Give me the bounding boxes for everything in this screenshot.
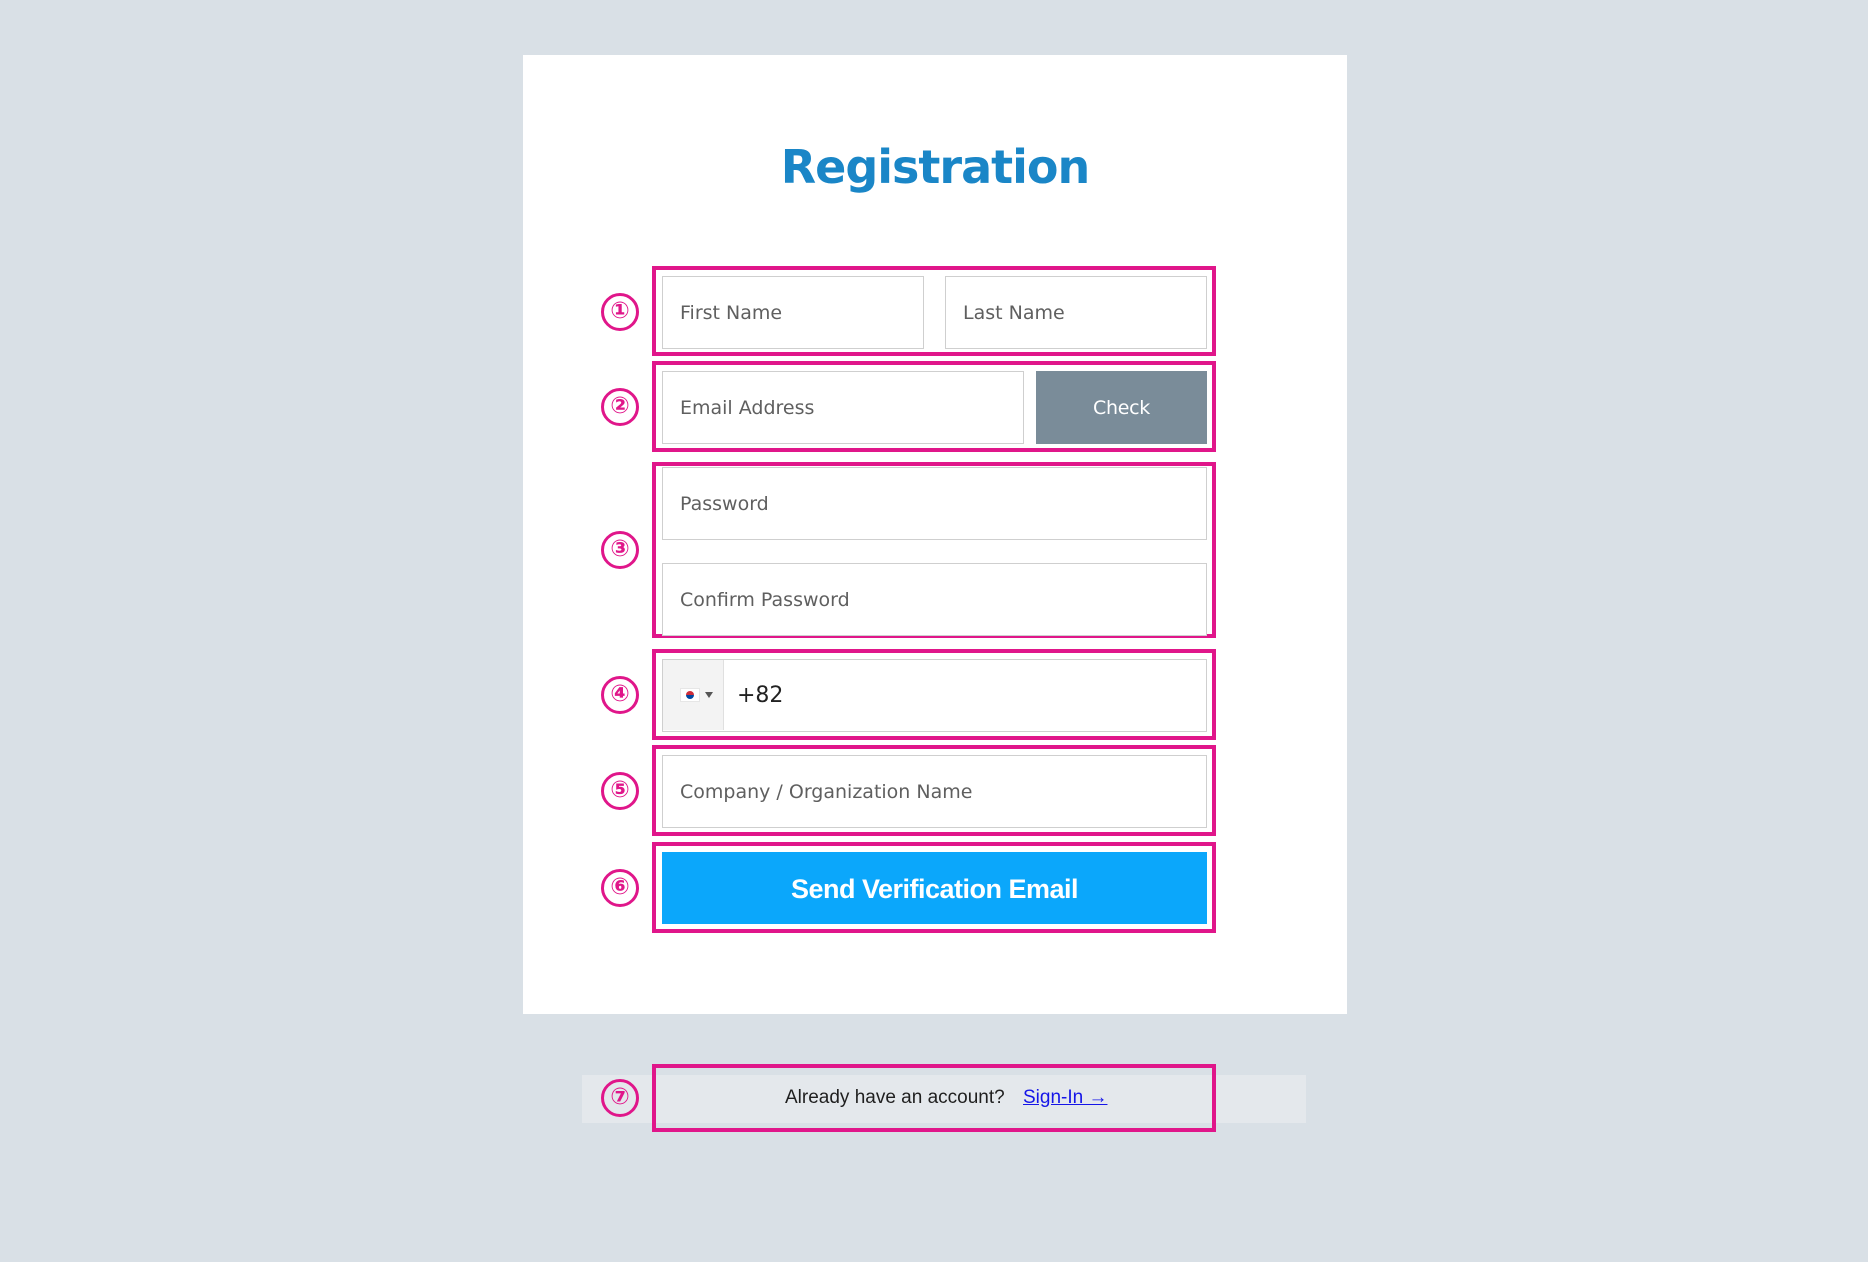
taegeuk-emblem	[686, 691, 694, 699]
marker-1: ①	[601, 293, 639, 331]
phone-field	[662, 659, 1207, 732]
highlight-box-7	[652, 1064, 1216, 1132]
country-code-dropdown[interactable]	[663, 660, 724, 730]
marker-2: ②	[601, 388, 639, 426]
marker-5: ⑤	[601, 772, 639, 810]
south-korea-flag-icon	[680, 688, 700, 702]
password-input[interactable]	[662, 467, 1207, 540]
first-name-input[interactable]	[662, 276, 924, 349]
company-name-input[interactable]	[662, 755, 1207, 828]
email-input[interactable]	[662, 371, 1024, 444]
check-availability-button[interactable]: Check Availability	[1036, 371, 1207, 492]
marker-7: ⑦	[601, 1079, 639, 1117]
marker-4: ④	[601, 676, 639, 714]
last-name-input[interactable]	[945, 276, 1207, 349]
marker-3: ③	[601, 531, 639, 569]
caret-down-icon	[705, 692, 713, 698]
phone-input[interactable]	[737, 660, 1197, 730]
confirm-password-input[interactable]	[662, 563, 1207, 636]
send-verification-email-button[interactable]: Send Verification Email	[662, 852, 1207, 924]
page-title: Registration	[780, 140, 1091, 194]
marker-6: ⑥	[601, 869, 639, 907]
